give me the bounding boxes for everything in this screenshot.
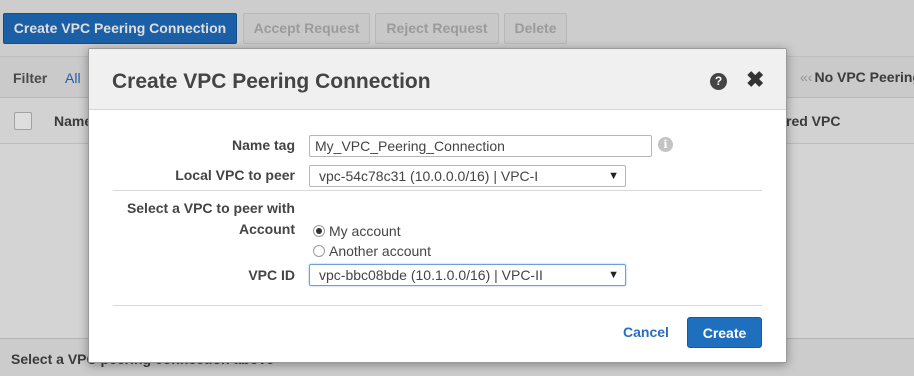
radio-another-account-label: Another account: [329, 243, 431, 259]
dialog-header: Create VPC Peering Connection ? ✖: [89, 49, 786, 110]
vpc-id-select[interactable]: vpc-bbc08bde (10.1.0.0/16) | VPC-II ▼: [309, 264, 626, 286]
close-icon[interactable]: ✖: [746, 68, 764, 92]
help-icon[interactable]: ?: [710, 73, 727, 90]
dialog-title: Create VPC Peering Connection: [112, 70, 431, 93]
vpc-id-value: vpc-bbc08bde (10.1.0.0/16) | VPC-II: [319, 267, 543, 283]
chevron-down-icon: ▼: [608, 269, 619, 281]
create-peering-dialog: Create VPC Peering Connection ? ✖ Name t…: [88, 48, 787, 363]
local-vpc-select[interactable]: vpc-54c78c31 (10.0.0.0/16) | VPC-I ▼: [309, 165, 626, 187]
divider: [113, 190, 762, 191]
name-tag-label: Name tag: [231, 137, 295, 153]
info-icon[interactable]: i: [658, 137, 673, 152]
create-button[interactable]: Create: [687, 317, 762, 348]
radio-button-checked[interactable]: [313, 225, 325, 237]
local-vpc-label: Local VPC to peer: [175, 167, 295, 183]
local-vpc-value: vpc-54c78c31 (10.0.0.0/16) | VPC-I: [319, 168, 539, 184]
divider: [113, 305, 762, 306]
name-tag-input[interactable]: [309, 135, 652, 157]
radio-my-account-label: My account: [329, 223, 401, 239]
vpc-id-label: VPC ID: [248, 267, 295, 283]
chevron-down-icon: ▼: [608, 170, 619, 182]
peer-section-label: Select a VPC to peer with: [126, 200, 295, 216]
radio-another-account[interactable]: Another account: [313, 243, 431, 259]
account-label: Account: [239, 221, 295, 237]
cancel-button[interactable]: Cancel: [623, 324, 669, 340]
radio-button[interactable]: [313, 245, 325, 257]
radio-my-account[interactable]: My account: [313, 223, 401, 239]
